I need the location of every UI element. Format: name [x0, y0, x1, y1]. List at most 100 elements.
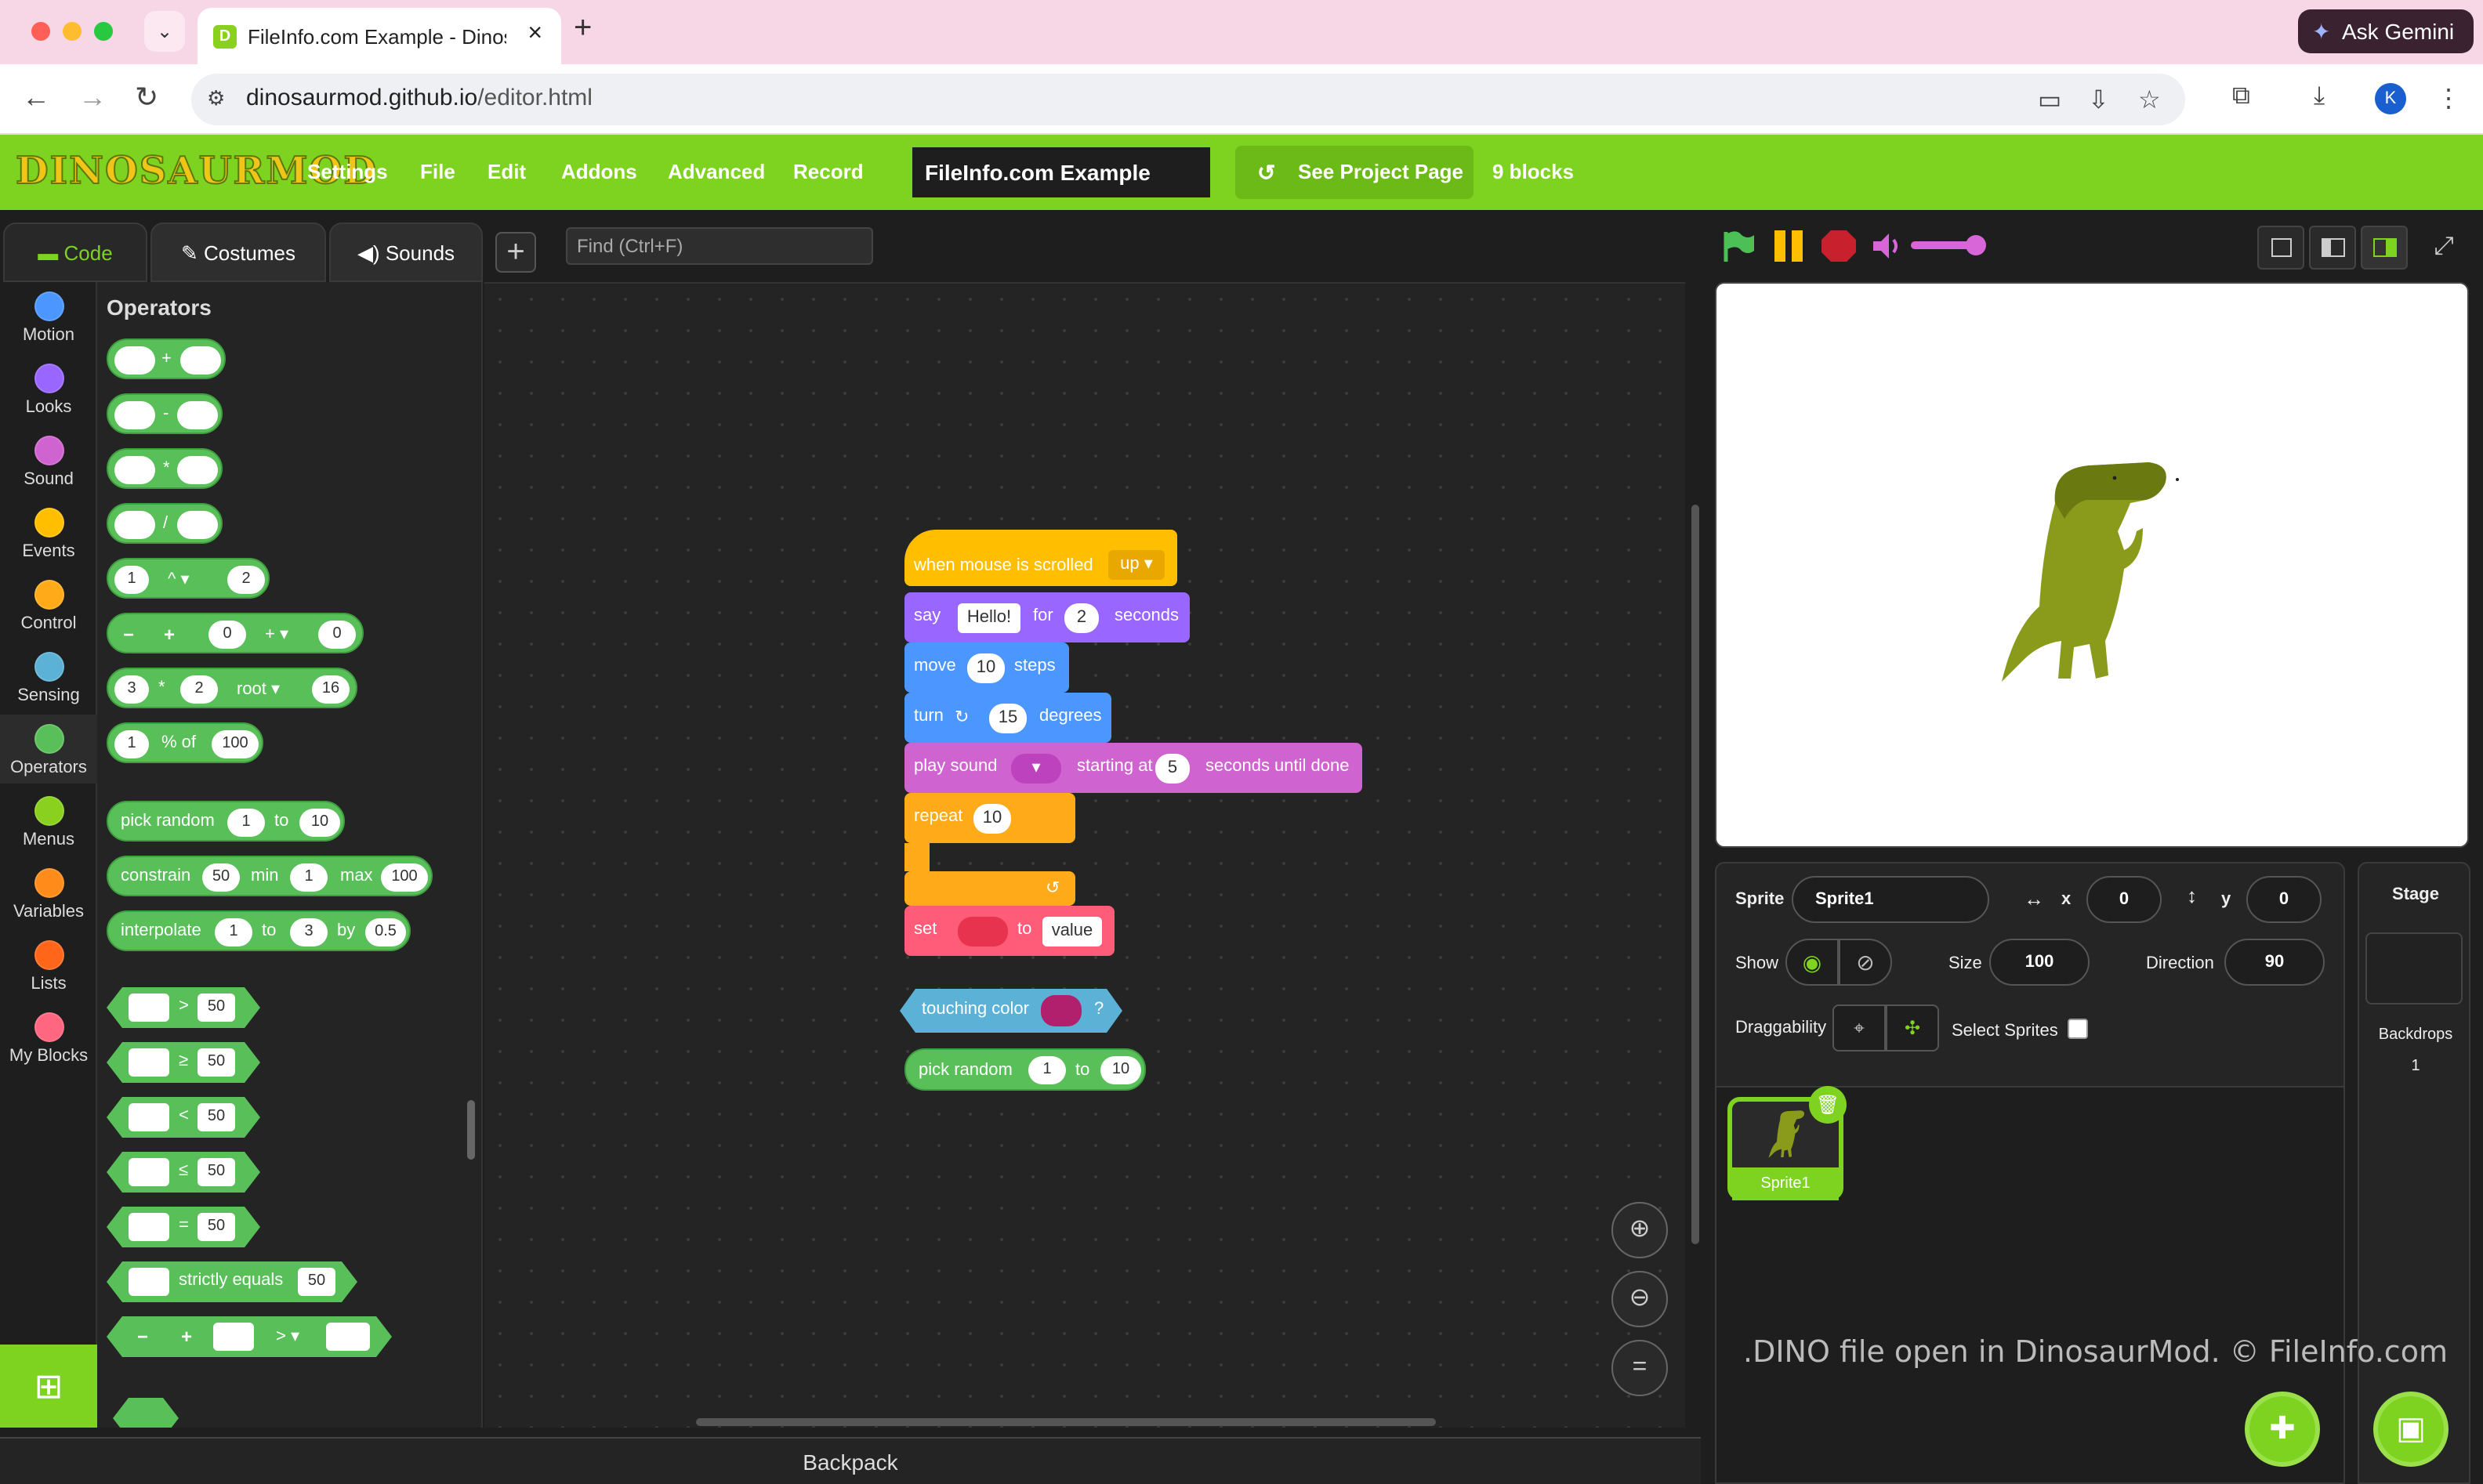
- delete-sprite-button[interactable]: 🗑: [1809, 1086, 1847, 1124]
- equals-block[interactable]: = 50: [107, 1207, 260, 1247]
- input-slot[interactable]: 50: [202, 863, 240, 892]
- profile-avatar[interactable]: K: [2375, 83, 2406, 114]
- tab-sounds[interactable]: ◀) Sounds: [329, 223, 483, 282]
- stepper-block[interactable]: − + 0 + ▾ 0: [107, 613, 364, 653]
- select-sprites-checkbox[interactable]: [2068, 1019, 2088, 1039]
- category-control[interactable]: Control: [0, 580, 97, 633]
- input-slot[interactable]: 10: [967, 653, 1005, 683]
- small-stage-button[interactable]: [2257, 226, 2304, 270]
- close-window-button[interactable]: [31, 22, 50, 41]
- bookmark-star-icon[interactable]: ☆: [2138, 85, 2161, 116]
- say-block[interactable]: say Hello! for 2 seconds: [904, 592, 1190, 642]
- zoom-reset-button[interactable]: =: [1611, 1340, 1668, 1396]
- strictly-equals-block[interactable]: strictly equals 50: [107, 1261, 357, 1302]
- project-title-input[interactable]: FileInfo.com Example: [912, 147, 1210, 197]
- input-slot[interactable]: [180, 346, 221, 375]
- input-slot[interactable]: 1: [114, 566, 149, 594]
- power-block[interactable]: 1 ^ ▾ 2: [107, 558, 270, 599]
- category-operators[interactable]: Operators: [0, 715, 97, 784]
- category-sensing[interactable]: Sensing: [0, 652, 97, 705]
- category-motion[interactable]: Motion: [0, 291, 97, 345]
- menu-advanced[interactable]: Advanced: [668, 160, 765, 183]
- add-block[interactable]: +: [107, 338, 226, 379]
- input-slot[interactable]: 5: [1155, 754, 1190, 784]
- input-slot[interactable]: [129, 1268, 169, 1296]
- tab-costumes[interactable]: ✎ Costumes: [150, 223, 326, 282]
- category-events[interactable]: Events: [0, 508, 97, 561]
- input-slot[interactable]: [129, 1103, 169, 1131]
- percent-block[interactable]: 1 % of 100: [107, 722, 263, 763]
- pick-random-script-block[interactable]: pick random 1 to 10: [904, 1048, 1146, 1091]
- input-slot[interactable]: 2: [227, 566, 265, 594]
- zoom-out-button[interactable]: ⊖: [1611, 1271, 1668, 1327]
- ask-gemini-button[interactable]: ✦ Ask Gemini: [2298, 9, 2474, 53]
- stop-icon[interactable]: [1820, 229, 1858, 263]
- input-slot[interactable]: [177, 511, 218, 539]
- greater-than-block[interactable]: > 50: [107, 987, 260, 1028]
- workspace-vertical-scrollbar[interactable]: [1691, 505, 1699, 1244]
- input-slot[interactable]: 1: [290, 863, 328, 892]
- category-menus[interactable]: Menus: [0, 796, 97, 849]
- backdrop-thumbnail[interactable]: [2365, 932, 2463, 1004]
- large-stage-button[interactable]: [2361, 226, 2408, 270]
- browser-tab[interactable]: D FileInfo.com Example - Dinos... ×: [198, 8, 561, 64]
- input-slot[interactable]: [177, 456, 218, 484]
- input-slot[interactable]: [114, 401, 155, 429]
- play-sound-block[interactable]: play sound ▾ starting at 5 seconds until…: [904, 743, 1362, 793]
- input-slot[interactable]: 100: [212, 730, 259, 758]
- normal-stage-button[interactable]: [2309, 226, 2356, 270]
- when-mouse-scrolled-hat[interactable]: when mouse is scrolled up ▾: [904, 530, 1177, 586]
- stepper-compare-block[interactable]: − + > ▾: [107, 1316, 392, 1357]
- touching-color-block[interactable]: touching color ?: [900, 989, 1122, 1033]
- input-slot[interactable]: 50: [298, 1268, 335, 1296]
- input-slot[interactable]: 3: [114, 675, 149, 704]
- input-slot[interactable]: 1: [215, 918, 252, 947]
- zoom-in-button[interactable]: ⊕: [1611, 1202, 1668, 1258]
- input-slot[interactable]: [129, 1158, 169, 1186]
- category-variables[interactable]: Variables: [0, 868, 97, 921]
- x-input[interactable]: 0: [2086, 876, 2162, 923]
- reading-mode-icon[interactable]: ▭: [2038, 85, 2061, 116]
- fn-dropdown[interactable]: root ▾: [237, 679, 280, 699]
- menu-settings[interactable]: Settings: [307, 160, 388, 183]
- see-project-page-button[interactable]: ↺ See Project Page: [1235, 146, 1473, 199]
- input-slot[interactable]: 10: [1100, 1056, 1141, 1084]
- input-slot[interactable]: [114, 346, 155, 375]
- sprite-name-input[interactable]: Sprite1: [1792, 876, 1989, 923]
- input-slot[interactable]: 1: [1028, 1056, 1066, 1084]
- input-slot[interactable]: [213, 1323, 254, 1351]
- input-slot[interactable]: 1: [114, 730, 149, 758]
- subtract-block[interactable]: -: [107, 393, 223, 434]
- repeat-block[interactable]: repeat 10: [904, 793, 1075, 843]
- input-slot[interactable]: 0.5: [365, 918, 406, 947]
- browser-menu-icon[interactable]: ⋮: [2436, 83, 2461, 114]
- green-flag-icon[interactable]: [1720, 229, 1757, 263]
- repeat-block-footer[interactable]: ↺: [904, 871, 1075, 906]
- url-field[interactable]: ⚙ dinosaurmod.github.io/editor.html ▭ ⇩ …: [191, 74, 2185, 125]
- downloads-icon[interactable]: ⤓: [2314, 83, 2325, 111]
- tab-search-icon[interactable]: ⌄: [144, 11, 185, 52]
- greater-equal-block[interactable]: ≥ 50: [107, 1042, 260, 1083]
- move-block[interactable]: move 10 steps: [904, 642, 1069, 693]
- input-slot[interactable]: 10: [973, 804, 1011, 834]
- volume-icon[interactable]: [1870, 229, 1908, 263]
- add-tab-button[interactable]: +: [495, 232, 536, 273]
- input-slot[interactable]: [114, 456, 155, 484]
- op-dropdown[interactable]: + ▾: [265, 624, 288, 644]
- new-tab-button[interactable]: +: [574, 11, 592, 47]
- find-input[interactable]: Find (Ctrl+F): [566, 227, 873, 265]
- less-than-block[interactable]: < 50: [107, 1097, 260, 1138]
- workspace-horizontal-scrollbar[interactable]: [696, 1418, 1436, 1426]
- menu-file[interactable]: File: [420, 160, 455, 183]
- sound-dropdown[interactable]: ▾: [1011, 754, 1061, 784]
- minimize-window-button[interactable]: [63, 22, 82, 41]
- zoom-window-button[interactable]: [94, 22, 113, 41]
- divide-block[interactable]: /: [107, 503, 223, 544]
- input-slot[interactable]: 0: [208, 621, 246, 649]
- category-lists[interactable]: Lists: [0, 940, 97, 994]
- tab-code[interactable]: ▬ Code: [3, 223, 147, 282]
- input-slot[interactable]: 100: [381, 863, 428, 892]
- input-slot[interactable]: value: [1042, 917, 1102, 947]
- fullscreen-button[interactable]: ⤢: [2420, 226, 2467, 270]
- input-slot[interactable]: 50: [198, 1103, 235, 1131]
